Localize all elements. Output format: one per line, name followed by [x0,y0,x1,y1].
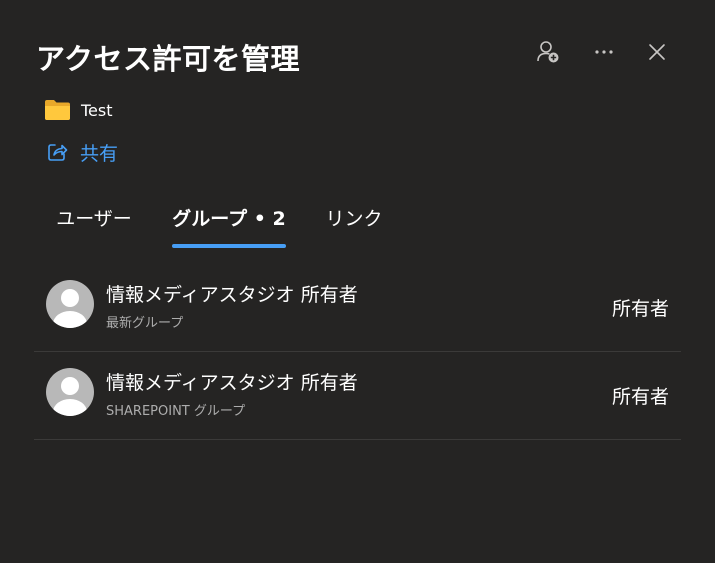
tab-groups[interactable]: グループ • 2 [172,200,286,248]
person-add-icon [537,41,559,63]
person-avatar-icon [46,280,94,328]
share-icon [48,144,68,161]
list-item[interactable]: 情報メディアスタジオ 所有者 最新グループ 所有者 [34,264,681,352]
share-label: 共有 [80,142,119,165]
item-info: Test [44,98,113,122]
tab-links[interactable]: リンク [323,200,385,248]
close-button[interactable] [641,36,673,68]
item-name: Test [81,100,113,120]
more-horizontal-icon [595,50,613,54]
tab-users-label: ユーザー [56,208,132,230]
group-name: 情報メディアスタジオ 所有者 [106,284,358,306]
group-subtitle: 最新グループ [106,316,184,331]
more-options-button[interactable] [588,36,620,68]
group-list: 情報メディアスタジオ 所有者 最新グループ 所有者 情報メディアスタジオ 所有者… [34,264,681,440]
panel-title: アクセス許可を管理 [36,42,301,76]
list-item[interactable]: 情報メディアスタジオ 所有者 SHAREPOINT グループ 所有者 [34,352,681,440]
manage-access-panel: アクセス許可を管理 Test 共有 ユーザー グループ • 2 リンク 情報メデ… [0,0,715,563]
tab-groups-label: グループ • 2 [172,208,286,230]
add-person-button[interactable] [532,36,564,68]
close-icon [649,44,665,60]
tab-users[interactable]: ユーザー [52,200,136,248]
group-subtitle: SHAREPOINT グループ [106,404,246,419]
group-role[interactable]: 所有者 [612,382,669,409]
person-avatar-icon [46,368,94,416]
group-role[interactable]: 所有者 [612,294,669,321]
group-name: 情報メディアスタジオ 所有者 [106,372,358,394]
folder-icon [45,100,70,120]
tab-links-label: リンク [325,208,383,230]
share-link[interactable]: 共有 [46,138,118,166]
tab-active-indicator [172,244,286,248]
